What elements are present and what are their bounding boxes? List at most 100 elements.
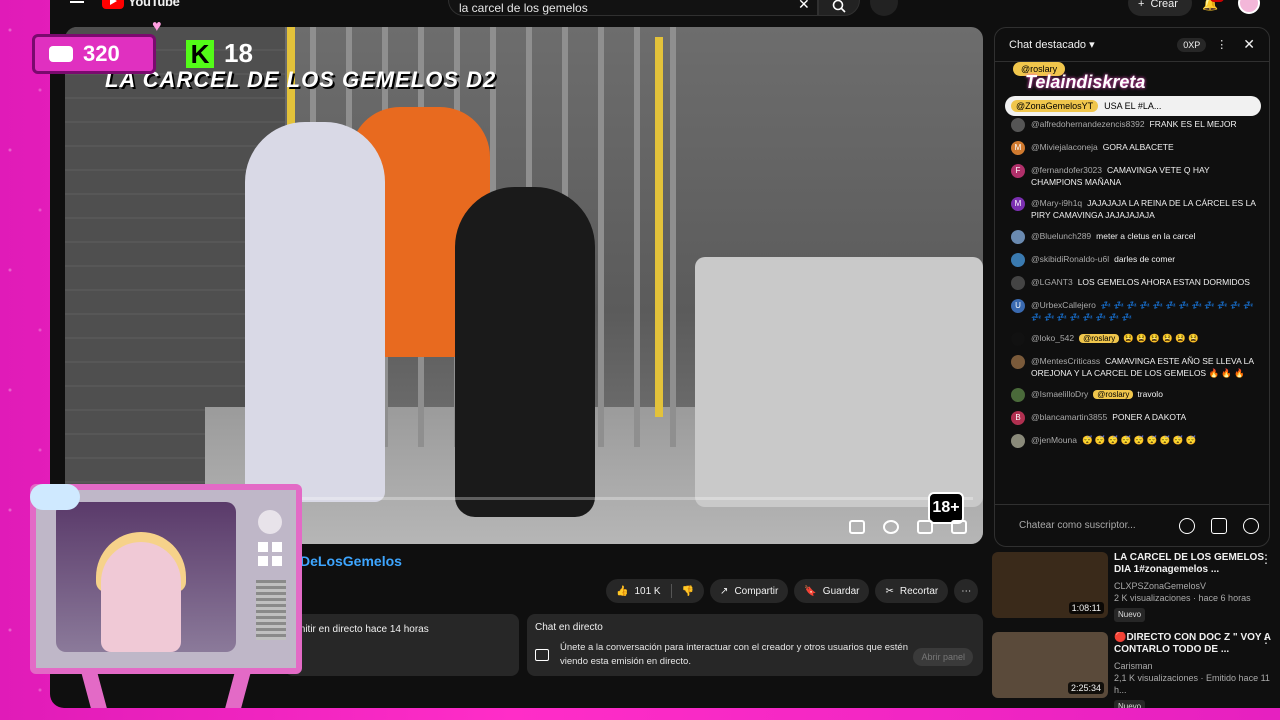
recommendation-item[interactable]: 1:08:11 LA CARCEL DE LOS GEMELOS DIA 1#zo… bbox=[992, 552, 1272, 622]
like-button[interactable]: 👍 101 K bbox=[606, 579, 671, 603]
close-icon[interactable]: ✕ bbox=[1243, 36, 1255, 53]
share-label: Compartir bbox=[734, 585, 779, 597]
recommendation-meta: 2,1 K visualizaciones · Emitido hace 11 … bbox=[1114, 673, 1270, 695]
chat-message-body: @Bluelunch289 meter a cletus en la carcel bbox=[1031, 230, 1261, 242]
bars-frame-right bbox=[655, 37, 663, 417]
recommendation-more-icon[interactable]: ⋮ bbox=[1260, 552, 1272, 566]
emoji-icon[interactable] bbox=[1179, 517, 1195, 534]
chat-author[interactable]: @Bluelunch289 bbox=[1031, 231, 1091, 241]
chat-author[interactable]: @IsmaelilloDry bbox=[1031, 389, 1088, 399]
recommendation-title[interactable]: 🔴DIRECTO CON DOC Z " VOY A CONTARLO TODO… bbox=[1114, 632, 1272, 656]
search-input[interactable]: la carcel de los gemelos bbox=[448, 0, 818, 16]
chat-input[interactable]: Chatear como suscriptor... bbox=[995, 504, 1269, 546]
microphone-button[interactable] bbox=[870, 0, 898, 16]
more-icon: ⋯ bbox=[961, 585, 972, 597]
chat-message-body: @jenMouna 😴 😴 😴 😴 😴 😴 😴 😴 😴 bbox=[1031, 434, 1261, 446]
chat-avatar[interactable]: U bbox=[1011, 299, 1025, 313]
tv-speaker-grill bbox=[256, 580, 286, 640]
chat-avatar[interactable]: B bbox=[1011, 411, 1025, 425]
chat-author[interactable]: @UrbexCallejero bbox=[1031, 300, 1096, 310]
account-avatar[interactable] bbox=[1238, 0, 1260, 14]
chat-avatar[interactable] bbox=[1011, 276, 1025, 290]
recommendation-channel[interactable]: Carisman bbox=[1114, 660, 1272, 672]
chat-avatar[interactable] bbox=[1011, 332, 1025, 346]
chat-mode-dropdown[interactable]: Chat destacado ▾ bbox=[1009, 38, 1177, 51]
chat-author[interactable]: @blancamartin3855 bbox=[1031, 412, 1107, 422]
miniplayer-icon[interactable] bbox=[917, 520, 933, 534]
more-actions-button[interactable]: ⋯ bbox=[954, 579, 979, 603]
clear-search-icon[interactable]: ✕ bbox=[798, 0, 810, 13]
recommendation-item[interactable]: 2:25:34 🔴DIRECTO CON DOC Z " VOY A CONTAR… bbox=[992, 632, 1272, 708]
tv-icon bbox=[49, 46, 73, 62]
chat-message-body: @skibidiRonaldo-u6l darles de comer bbox=[1031, 253, 1261, 265]
youtube-play-icon bbox=[102, 0, 124, 9]
pinned-message[interactable]: @ZonaGemelosYT USA EL #LA... bbox=[1005, 96, 1261, 116]
youtube-logo[interactable]: YouTube bbox=[102, 0, 180, 9]
clip-label: Recortar bbox=[899, 585, 939, 597]
chat-author[interactable]: @Mary-i9h1q bbox=[1031, 198, 1082, 208]
person-black bbox=[455, 187, 595, 517]
save-button[interactable]: 🔖 Guardar bbox=[794, 579, 870, 603]
chat-author[interactable]: @loko_542 bbox=[1031, 333, 1074, 343]
chat-author[interactable]: @MentesCriticass bbox=[1031, 356, 1100, 366]
super-chat-icon[interactable] bbox=[1211, 517, 1227, 534]
chat-avatar[interactable] bbox=[1011, 118, 1025, 132]
chat-message: @MentesCriticass CAMAVINGA ESTE AÑO SE LL… bbox=[1011, 355, 1261, 379]
player-controls bbox=[849, 520, 967, 534]
chat-text: GORA ALBACETE bbox=[1102, 142, 1174, 152]
recommendation-more-icon[interactable]: ⋮ bbox=[1260, 632, 1272, 646]
chat-author[interactable]: @jenMouna bbox=[1031, 435, 1077, 445]
pause-icon[interactable] bbox=[849, 520, 865, 534]
chat-author[interactable]: @Miviejalaconeja bbox=[1031, 142, 1098, 152]
description-box[interactable]: mitir en directo hace 14 horas bbox=[285, 614, 519, 676]
chat-message-body: @fernandofer3023 CAMAVINGA VETE Q HAY CHA… bbox=[1031, 164, 1261, 188]
cloud-decoration bbox=[30, 484, 80, 510]
chat-message-body: @IsmaelilloDry @roslary travolo bbox=[1031, 388, 1261, 401]
chat-author[interactable]: @fernandofer3023 bbox=[1031, 165, 1102, 175]
chat-avatar[interactable]: M bbox=[1011, 141, 1025, 155]
recommendation-title[interactable]: LA CARCEL DE LOS GEMELOS DIA 1#zonagemel… bbox=[1114, 552, 1272, 576]
xp-badge[interactable]: 0XP bbox=[1177, 37, 1207, 52]
chat-message-body: @loko_542 @roslary 😫 😫 😫 😫 😫 😫 bbox=[1031, 332, 1261, 345]
recommendation-thumbnail[interactable]: 2:25:34 bbox=[992, 632, 1108, 698]
chat-avatar[interactable] bbox=[1011, 388, 1025, 402]
brand-logo: Telaindiskreta bbox=[1025, 72, 1146, 92]
top-bar: YouTube la carcel de los gemelos ✕ + Crea… bbox=[50, 0, 1280, 16]
chat-author[interactable]: @skibidiRonaldo-u6l bbox=[1031, 254, 1109, 264]
recommendation-channel[interactable]: CLXPSZonaGemelosV bbox=[1114, 580, 1272, 592]
share-icon: ↗ bbox=[720, 585, 729, 597]
thumbs-up-icon: 👍 bbox=[616, 585, 629, 597]
youtube-viewer-count: 320 bbox=[83, 41, 120, 66]
menu-icon[interactable] bbox=[70, 0, 84, 10]
chat-avatar[interactable] bbox=[1011, 355, 1025, 369]
chat-message: M @Mary-i9h1q JAJAJAJA LA REINA DE LA CÁRC… bbox=[1011, 197, 1261, 221]
channel-name[interactable]: DeLosGemelos bbox=[300, 553, 402, 569]
chat-avatar[interactable] bbox=[1011, 230, 1025, 244]
tv-buttons bbox=[258, 542, 282, 566]
chat-header: Chat destacado ▾ 0XP ⋮ ✕ bbox=[995, 28, 1269, 62]
recommendation-thumbnail[interactable]: 1:08:11 bbox=[992, 552, 1108, 618]
chat-avatar[interactable] bbox=[1011, 253, 1025, 267]
clip-button[interactable]: ✂ Recortar bbox=[875, 579, 949, 603]
share-button[interactable]: ↗ Compartir bbox=[710, 579, 789, 603]
pinned-author: @ZonaGemelosYT bbox=[1011, 100, 1099, 112]
open-panel-button[interactable]: Abrir panel bbox=[913, 648, 973, 666]
dislike-button[interactable]: 👎 bbox=[672, 579, 704, 603]
mention-badge: @roslary bbox=[1079, 334, 1120, 343]
chat-message-body: @LGANT3 LOS GEMELOS AHORA ESTAN DORMIDOS bbox=[1031, 276, 1261, 288]
video-player[interactable]: LA CARCEL DE LOS GEMELOS D2 18+ bbox=[65, 27, 983, 544]
chat-avatar[interactable]: F bbox=[1011, 164, 1025, 178]
create-button[interactable]: + Crear bbox=[1128, 0, 1192, 16]
chat-message-body: @UrbexCallejero 💤 💤 💤 💤 💤 💤 💤 💤 💤 💤 💤 💤 💤… bbox=[1031, 299, 1261, 323]
search-button[interactable] bbox=[818, 0, 860, 16]
settings-icon[interactable] bbox=[883, 520, 899, 534]
heart-icon[interactable] bbox=[1243, 517, 1259, 534]
chat-text: 😴 😴 😴 😴 😴 😴 😴 😴 😴 bbox=[1081, 435, 1197, 445]
chat-avatar[interactable] bbox=[1011, 434, 1025, 448]
chat-avatar[interactable]: M bbox=[1011, 197, 1025, 211]
chat-author[interactable]: @alfredohernandezencis8392 bbox=[1031, 119, 1145, 129]
chat-author[interactable]: @LGANT3 bbox=[1031, 277, 1073, 287]
chat-more-icon[interactable]: ⋮ bbox=[1216, 38, 1227, 51]
chat-message: @LGANT3 LOS GEMELOS AHORA ESTAN DORMIDOS bbox=[1011, 276, 1261, 290]
fullscreen-icon[interactable] bbox=[951, 520, 967, 534]
